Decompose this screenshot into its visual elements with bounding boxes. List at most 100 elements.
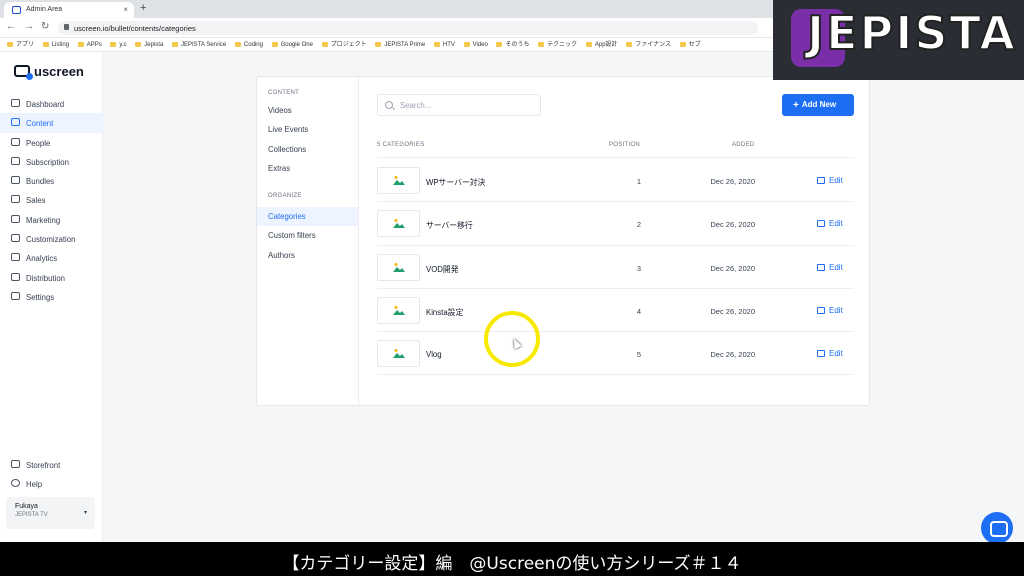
table-row[interactable]: Kinsta設定 4 Dec 26, 2020 Edit [377, 289, 854, 333]
edit-icon [11, 234, 20, 243]
add-new-button[interactable]: + Add New [782, 94, 854, 116]
sidebar-item-bundles[interactable]: Bundles [0, 171, 103, 190]
subnav-item-custom-filters[interactable]: Custom filters [257, 226, 358, 245]
sidebar-item-label: Subscription [26, 157, 69, 167]
sidebar-item-label: Customization [26, 235, 76, 245]
bookmark[interactable]: Jepista [135, 38, 163, 51]
megaphone-icon [11, 214, 20, 223]
edit-button[interactable]: Edit [812, 215, 854, 232]
search-placeholder: Search... [400, 101, 432, 110]
back-arrow-icon[interactable]: ← [6, 21, 16, 32]
url-text: uscreen.io/bullet/contents/categories [74, 24, 196, 33]
subnav-item-videos[interactable]: Videos [257, 101, 358, 120]
sidebar-item-label: Bundles [26, 177, 55, 187]
category-name: VOD開発 [426, 264, 459, 274]
grid-icon [11, 99, 20, 107]
category-thumbnail [377, 296, 420, 324]
table-row[interactable]: WPサーバー対決 1 Dec 26, 2020 Edit [377, 159, 854, 203]
folder-icon [11, 118, 20, 127]
tab-title: Admin Area [26, 6, 63, 13]
edit-label: Edit [829, 176, 843, 185]
chat-bubble-icon[interactable] [981, 512, 1013, 544]
sidebar-item-analytics[interactable]: Analytics [0, 248, 103, 267]
bookmark[interactable]: ファイナンス [626, 38, 671, 51]
image-placeholder-icon [393, 349, 405, 359]
sidebar-item-people[interactable]: People [0, 133, 103, 152]
people-icon [11, 137, 20, 146]
subnav-item-live-events[interactable]: Live Events [257, 120, 358, 139]
bookmark[interactable]: アプリ [7, 38, 34, 51]
new-tab-button[interactable]: + [140, 2, 146, 14]
table-row[interactable]: サーバー移行 2 Dec 26, 2020 Edit [377, 202, 854, 246]
edit-label: Edit [829, 219, 843, 229]
sidebar-item-settings[interactable]: Settings [0, 287, 103, 306]
sidebar-item-help[interactable]: Help [0, 474, 103, 493]
bookmark[interactable]: そのうち [496, 38, 529, 51]
edit-button[interactable]: Edit [812, 302, 854, 319]
sidebar-item-customization[interactable]: Customization [0, 229, 103, 248]
content-card: CONTENT Videos Live Events Collections E… [256, 76, 870, 407]
sidebar-bottom: Storefront Help [0, 455, 103, 494]
subnav-item-collections[interactable]: Collections [257, 140, 358, 159]
sidebar-item-subscription[interactable]: Subscription [0, 152, 103, 171]
sidebar-item-content[interactable]: Content [0, 113, 103, 133]
bookmark[interactable]: y.c [110, 38, 126, 51]
uscreen-logo[interactable]: uscreen [14, 64, 84, 80]
category-thumbnail [377, 253, 420, 281]
subnav-item-extras[interactable]: Extras [257, 159, 358, 178]
browser-tab[interactable]: Admin Area × [4, 2, 134, 18]
bookmark[interactable]: Google One [272, 38, 313, 51]
dollar-icon [11, 195, 20, 204]
sidebar-item-storefront[interactable]: Storefront [0, 455, 103, 474]
bookmark[interactable]: Video [464, 38, 488, 51]
bookmark[interactable]: APPs [78, 38, 102, 51]
bookmark[interactable]: Listing [43, 38, 69, 51]
video-caption: 【カテゴリー設定】編 @Uscreenの使い方シリーズ＃１４ [0, 542, 1024, 576]
edit-button[interactable]: Edit [812, 345, 854, 362]
category-added: Dec 26, 2020 [710, 263, 755, 273]
logo-text: uscreen [34, 64, 84, 79]
category-name: サーバー移行 [426, 221, 473, 231]
subnav-item-categories[interactable]: Categories [257, 207, 358, 227]
edit-button[interactable]: Edit [812, 172, 854, 189]
forward-arrow-icon[interactable]: → [24, 21, 34, 32]
uscreen-logo-icon [14, 65, 33, 80]
subnav-item-authors[interactable]: Authors [257, 246, 358, 265]
sidebar-item-dashboard[interactable]: Dashboard [0, 94, 103, 113]
bookmark[interactable]: App設計 [586, 38, 618, 51]
subnav-heading-content: CONTENT [268, 90, 300, 96]
help-icon [11, 479, 20, 488]
bookmark[interactable]: プロジェクト [322, 38, 367, 51]
category-position: 5 [636, 350, 641, 360]
edit-button[interactable]: Edit [812, 259, 854, 276]
reload-icon[interactable]: ↻ [41, 21, 49, 32]
category-thumbnail [377, 340, 420, 368]
sidebar-item-distribution[interactable]: Distribution [0, 268, 103, 287]
sidebar-item-marketing[interactable]: Marketing [0, 210, 103, 229]
image-placeholder-icon [393, 305, 405, 315]
url-input[interactable]: uscreen.io/bullet/contents/categories [58, 21, 758, 35]
sidebar-item-label: Content [26, 119, 54, 129]
search-input[interactable]: Search... [377, 94, 541, 116]
header-added: ADDED [732, 142, 755, 148]
tab-close-icon[interactable]: × [123, 5, 128, 14]
sidebar-item-sales[interactable]: Sales [0, 190, 103, 209]
bookmark[interactable]: JEPISTA Prime [375, 38, 425, 51]
bookmark[interactable]: テクニック [538, 38, 577, 51]
jepista-watermark: JEPISTA [773, 0, 1024, 80]
edit-label: Edit [829, 305, 843, 315]
category-added: Dec 26, 2020 [710, 350, 755, 360]
image-placeholder-icon [393, 176, 405, 185]
box-icon [11, 176, 20, 185]
bookmark[interactable]: HTV [434, 38, 455, 51]
table-row[interactable]: VOD開発 3 Dec 26, 2020 Edit [377, 246, 854, 289]
category-name: WPサーバー対決 [426, 178, 486, 187]
account-switcher[interactable]: Fukaya JEPISTA TV ▾ [6, 497, 95, 529]
bookmark[interactable]: Coding [235, 38, 263, 51]
bookmark[interactable]: セブ [680, 38, 701, 51]
table-row[interactable]: Vlog 5 Dec 26, 2020 Edit [377, 332, 854, 376]
header-position: POSITION [609, 142, 641, 148]
bookmark[interactable]: JEPISTA Service [172, 38, 226, 51]
share-icon [11, 272, 20, 281]
edit-icon [817, 263, 825, 271]
